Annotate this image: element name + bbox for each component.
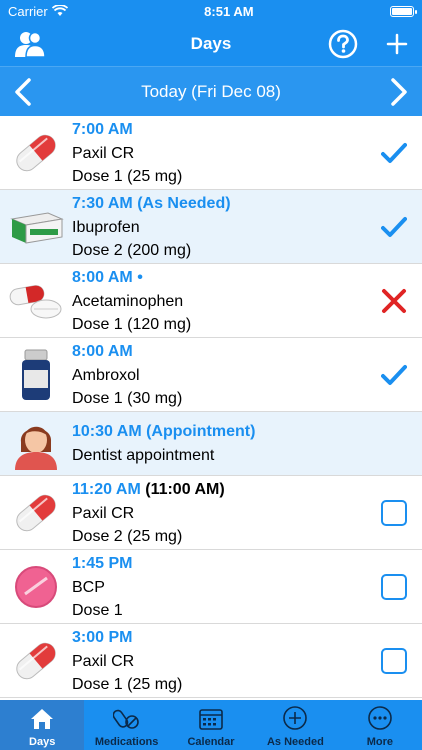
status-indicator[interactable]: [366, 499, 422, 526]
tab-days[interactable]: Days: [0, 700, 85, 750]
people-icon[interactable]: [14, 30, 46, 58]
tab-label: Days: [29, 736, 56, 748]
chevron-left-icon[interactable]: [14, 77, 32, 106]
entry-time: 8:00 AM •: [72, 268, 143, 286]
tab-medications[interactable]: Medications: [84, 700, 168, 750]
pill-capsule-red-icon: [0, 127, 72, 179]
status-bar: Carrier 8:51 AM: [0, 0, 422, 22]
status-indicator[interactable]: [366, 573, 422, 600]
entry-time: 1:45 PM: [72, 554, 133, 572]
schedule-list: 7:00 AM Paxil CR Dose 1 (25 mg) 7:30 AM (As…: [0, 116, 422, 700]
status-indicator[interactable]: [366, 216, 422, 238]
entry-dose: Dose 1: [72, 601, 123, 619]
entry-name: Paxil CR: [72, 652, 135, 670]
schedule-row[interactable]: 7:30 AM (As Needed) Ibuprofen Dose 2 (200 …: [0, 190, 422, 264]
checkmark-icon[interactable]: [381, 216, 407, 238]
row-text: 8:00 AM Ambroxol Dose 1 (30 mg): [72, 340, 366, 410]
entry-name: Paxil CR: [72, 144, 135, 162]
pill-capsule-red-icon: [0, 487, 72, 539]
more-icon: [367, 705, 393, 736]
original-time: (11:00 AM): [145, 480, 225, 498]
checkmark-icon[interactable]: [381, 142, 407, 164]
entry-time: 8:00 AM: [72, 342, 133, 360]
row-text: 1:45 PM BCP Dose 1: [72, 552, 366, 622]
carrier-label: Carrier: [8, 3, 48, 19]
schedule-row[interactable]: 11:20 AM (11:00 AM) Paxil CR Dose 2 (25 mg…: [0, 476, 422, 550]
status-indicator[interactable]: [366, 288, 422, 314]
schedule-row[interactable]: 1:45 PM BCP Dose 1: [0, 550, 422, 624]
status-indicator[interactable]: [366, 647, 422, 674]
tab-label: More: [366, 736, 393, 748]
entry-time: 7:30 AM (As Needed): [72, 194, 231, 212]
entry-name: Acetaminophen: [72, 292, 184, 310]
current-date[interactable]: Today (Fri Dec 08): [141, 82, 281, 102]
navbar: Days: [0, 22, 422, 66]
entry-dose: Dose 1 (120 mg): [72, 315, 192, 333]
entry-dose: Dose 1 (30 mg): [72, 389, 183, 407]
status-indicator[interactable]: [366, 364, 422, 386]
entry-time: 11:20 AM (11:00 AM): [72, 480, 225, 498]
checkbox[interactable]: [381, 499, 407, 526]
schedule-row[interactable]: 3:00 PM Paxil CR Dose 1 (25 mg): [0, 624, 422, 698]
entry-dose: Dose 2 (25 mg): [72, 527, 183, 545]
wifi-icon: [51, 5, 68, 16]
status-time: 8:51 AM: [204, 3, 254, 19]
checkbox[interactable]: [381, 573, 407, 600]
entry-time: 7:00 AM: [72, 120, 133, 138]
pills-icon: [112, 707, 141, 736]
row-text: 8:00 AM • Acetaminophen Dose 1 (120 mg): [72, 266, 366, 336]
plus-icon[interactable]: [386, 33, 408, 55]
tab-as-needed[interactable]: As Needed: [253, 700, 337, 750]
schedule-row[interactable]: 10:30 AM (Appointment) Dentist appointmen…: [0, 412, 422, 476]
entry-name: Paxil CR: [72, 504, 135, 522]
calendar-icon: [198, 707, 224, 736]
row-text: 10:30 AM (Appointment) Dentist appointmen…: [72, 420, 366, 467]
pill-capsule-red-icon: [0, 635, 72, 687]
plus-circle-icon: [282, 705, 308, 736]
entry-dose: Dose 1 (25 mg): [72, 167, 183, 185]
row-text: 7:30 AM (As Needed) Ibuprofen Dose 2 (200 …: [72, 192, 366, 262]
entry-time: 10:30 AM (Appointment): [72, 423, 256, 440]
entry-name: Ibuprofen: [72, 218, 140, 236]
entry-name: BCP: [72, 578, 105, 596]
status-indicator[interactable]: [366, 142, 422, 164]
battery-icon: [389, 5, 417, 17]
date-navigator: Today (Fri Dec 08): [0, 66, 422, 116]
row-text: 11:20 AM (11:00 AM) Paxil CR Dose 2 (25 mg…: [72, 478, 366, 548]
tab-more[interactable]: More: [338, 700, 422, 750]
tab-label: As Needed: [266, 736, 324, 748]
house-icon: [29, 707, 55, 736]
checkbox[interactable]: [381, 647, 407, 674]
entry-dose: Dose 1 (25 mg): [72, 675, 183, 693]
checkmark-icon[interactable]: [381, 364, 407, 386]
schedule-row[interactable]: 8:00 AM Ambroxol Dose 1 (30 mg): [0, 338, 422, 412]
tab-bar: Days Medications Calendar As Needed More: [0, 700, 422, 750]
help-icon[interactable]: [328, 29, 358, 59]
schedule-row[interactable]: 7:00 AM Paxil CR Dose 1 (25 mg): [0, 116, 422, 190]
pink-tablet-icon: [0, 564, 72, 610]
row-text: 7:00 AM Paxil CR Dose 1 (25 mg): [72, 118, 366, 188]
entry-dose: Dose 2 (200 mg): [72, 241, 192, 259]
medicine-box-icon: [0, 207, 72, 247]
row-text: 3:00 PM Paxil CR Dose 1 (25 mg): [72, 626, 366, 696]
entry-name: Dentist appointment: [72, 447, 215, 464]
chevron-right-icon[interactable]: [390, 77, 408, 106]
entry-time: 3:00 PM: [72, 628, 133, 646]
tab-calendar[interactable]: Calendar: [169, 700, 253, 750]
capsule-and-tablet-icon: [0, 279, 72, 323]
schedule-row[interactable]: 8:00 AM • Acetaminophen Dose 1 (120 mg): [0, 264, 422, 338]
pill-bottle-icon: [0, 348, 72, 402]
woman-avatar-icon: [0, 418, 72, 470]
entry-name: Ambroxol: [72, 366, 140, 384]
tab-label: Medications: [94, 736, 159, 748]
tab-label: Calendar: [187, 736, 235, 748]
x-mark-icon[interactable]: [381, 288, 407, 314]
